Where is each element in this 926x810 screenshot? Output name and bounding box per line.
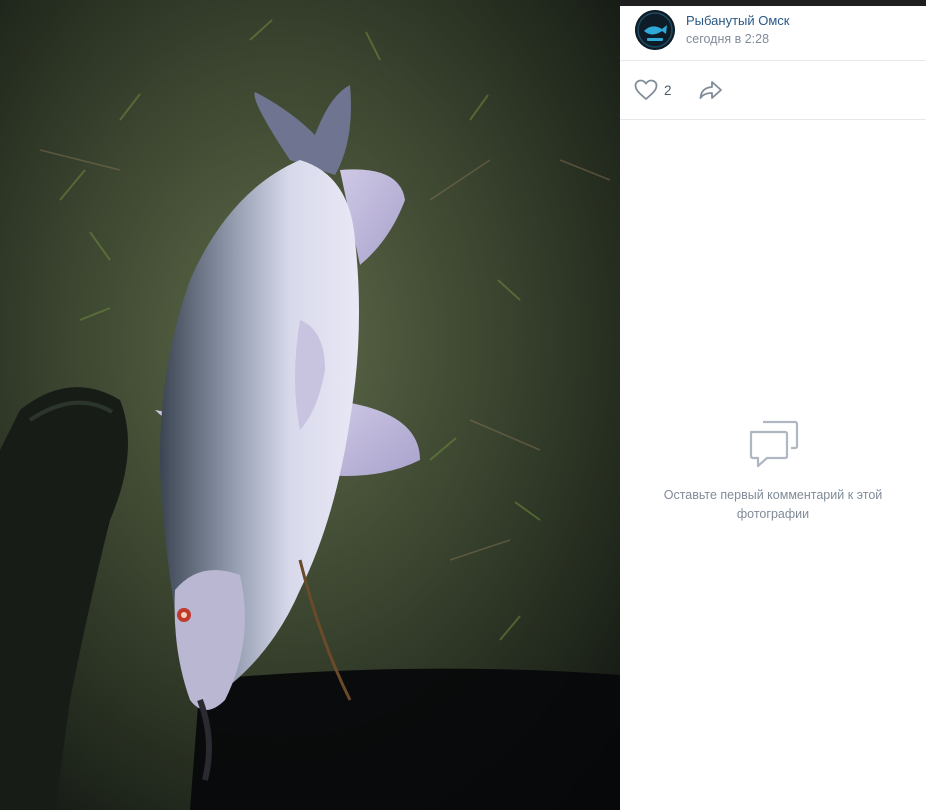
author-name[interactable]: Рыбанутый Омск — [686, 13, 789, 28]
share-arrow-icon — [699, 81, 722, 99]
heart-icon — [634, 79, 658, 100]
photo-viewer: Рыбанутый Омск сегодня в 2:28 2 Оставьте — [0, 0, 926, 810]
post-actions: 2 — [620, 61, 926, 120]
share-button[interactable] — [698, 78, 724, 102]
post-date[interactable]: сегодня в 2:28 — [686, 32, 769, 46]
like-button[interactable]: 2 — [634, 78, 672, 102]
side-panel: Рыбанутый Омск сегодня в 2:28 2 Оставьте — [620, 6, 926, 810]
comments-empty-state: Оставьте первый комментарий к этой фотог… — [620, 416, 926, 524]
avatar[interactable] — [635, 10, 675, 50]
photo-image — [0, 0, 620, 810]
post-header: Рыбанутый Омск сегодня в 2:28 — [620, 6, 926, 61]
photo[interactable] — [0, 0, 620, 810]
comments-bubble-icon — [749, 420, 799, 468]
empty-comments-text: Оставьте первый комментарий к этой фотог… — [663, 488, 883, 521]
group-avatar-fish-logo — [635, 10, 675, 50]
like-count: 2 — [664, 82, 672, 98]
